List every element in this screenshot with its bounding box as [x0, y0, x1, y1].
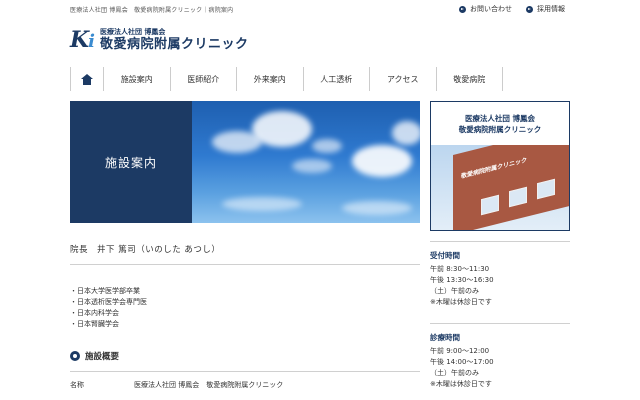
hours-line: 午前 8:30～11:30 — [430, 265, 490, 273]
reception-hours: 受付時間 午前 8:30～11:30 午後 13:30～16:30 （土）午前の… — [430, 250, 570, 308]
hours-line: ※木曜は休診日です — [430, 298, 492, 306]
section-title: 施設概要 — [85, 352, 120, 362]
nav-item-hospital[interactable]: 敬愛病院 — [437, 67, 503, 91]
top-bar: 医療法人社団 博鳳会 敬愛病院附属クリニック｜病院案内 お問い合わせ 採用情報 — [0, 0, 640, 20]
info-key: 名称 — [70, 381, 84, 389]
clinic-card-corp: 医療法人社団 博鳳会 — [464, 113, 536, 123]
logo-clinic-name: 敬愛病院附属クリニック — [99, 37, 249, 52]
hours-line: 午前 9:00～12:00 — [430, 347, 490, 355]
logo-text: 医療法人社団 博鳳会 敬愛病院附属クリニック — [100, 28, 249, 52]
qualification-list: ・日本大学医学部卒業 ・日本透析医学会専門医 ・日本内科学会 ・日本腎臓学会 — [70, 286, 147, 330]
recruit-link[interactable]: 採用情報 — [526, 4, 565, 14]
nav-item-facility[interactable]: 施設案内 — [104, 67, 171, 91]
consultation-hours: 診療時間 午前 9:00～12:00 午後 14:00～17:00 （土）午前の… — [430, 332, 570, 390]
consult-title: 診療時間 — [430, 333, 460, 342]
hours-line: 午後 14:00～17:00 — [430, 358, 494, 366]
top-links: お問い合わせ 採用情報 — [459, 4, 565, 14]
hours-line: 午後 13:30～16:30 — [430, 276, 494, 284]
hours-line: （土）午前のみ — [430, 369, 479, 377]
site-logo[interactable]: Ki 医療法人社団 博鳳会 敬愛病院附属クリニック — [70, 26, 248, 54]
sky-image — [192, 101, 420, 223]
contact-link-label: お問い合わせ — [470, 5, 512, 13]
breadcrumb: 医療法人社団 博鳳会 敬愛病院附属クリニック｜病院案内 — [70, 7, 234, 14]
home-icon — [81, 73, 93, 85]
list-item: ・日本大学医学部卒業 — [70, 287, 140, 295]
table-row: 名称 医療法人社団 博鳳会 敬愛病院附属クリニック — [70, 380, 420, 390]
nav-item-access[interactable]: アクセス — [370, 67, 437, 91]
clinic-card-title: 医療法人社団 博鳳会 敬愛病院附属クリニック — [431, 102, 569, 145]
divider — [430, 241, 570, 242]
clinic-card[interactable]: 医療法人社団 博鳳会 敬愛病院附属クリニック 敬愛病院附属クリニック — [430, 101, 570, 231]
contact-link[interactable]: お問い合わせ — [459, 4, 512, 14]
divider — [430, 323, 570, 324]
nav-item-outpatient[interactable]: 外来案内 — [237, 67, 304, 91]
nav-item-doctors[interactable]: 医師紹介 — [171, 67, 237, 91]
circle-bullet-icon — [70, 351, 80, 361]
reception-title: 受付時間 — [430, 251, 460, 260]
divider — [70, 371, 420, 372]
list-item: ・日本腎臓学会 — [70, 320, 119, 328]
clinic-building-photo: 敬愛病院附属クリニック — [431, 145, 569, 230]
global-nav: 施設案内 医師紹介 外来案内 人工透析 アクセス 敬愛病院 — [70, 67, 570, 91]
list-item: ・日本透析医学会専門医 — [70, 298, 147, 306]
arrow-circle-icon — [459, 5, 466, 13]
nav-home[interactable] — [71, 67, 104, 91]
list-item: ・日本内科学会 — [70, 309, 119, 317]
recruit-link-label: 採用情報 — [537, 5, 565, 13]
director-name: 院長 井下 篤司（いのした あつし） — [70, 245, 221, 255]
logo-corp-name: 医療法人社団 博鳳会 — [99, 28, 166, 36]
section-heading: 施設概要 — [70, 350, 119, 362]
hours-line: ※木曜は休診日です — [430, 380, 492, 388]
page-title: 施設案内 — [70, 101, 192, 223]
divider — [70, 264, 420, 265]
hours-line: （土）午前のみ — [430, 287, 479, 295]
page-hero: 施設案内 — [70, 101, 420, 223]
nav-item-dialysis[interactable]: 人工透析 — [304, 67, 370, 91]
info-value: 医療法人社団 博鳳会 敬愛病院附属クリニック — [134, 381, 284, 389]
clinic-card-name: 敬愛病院附属クリニック — [458, 124, 542, 134]
logo-mark: Ki — [70, 27, 95, 53]
arrow-circle-icon — [526, 5, 533, 13]
